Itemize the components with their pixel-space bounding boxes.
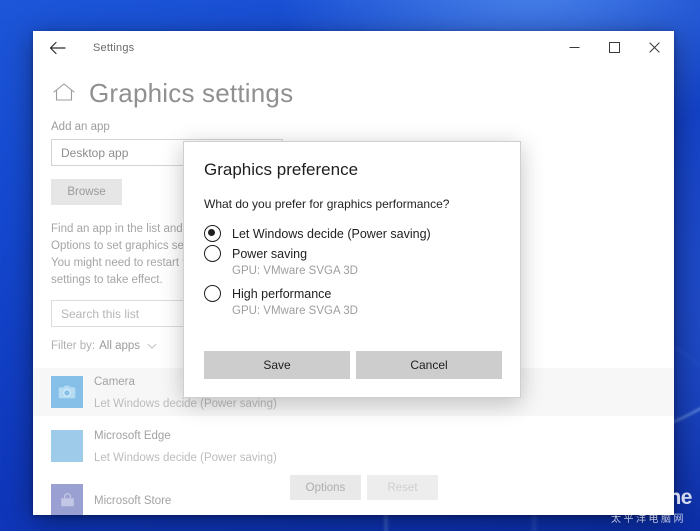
dialog-question: What do you prefer for graphics performa…	[204, 197, 500, 211]
maximize-button[interactable]	[594, 31, 634, 64]
radio-label: Let Windows decide (Power saving)	[232, 227, 431, 241]
app-preference: Let Windows decide (Power saving)	[94, 398, 277, 410]
filter-label: Filter by:	[51, 340, 95, 352]
reset-label: Reset	[387, 482, 417, 494]
edge-app-icon	[51, 430, 83, 462]
close-icon	[649, 42, 660, 53]
store-app-icon	[51, 484, 83, 515]
add-an-app-label: Add an app	[51, 121, 674, 133]
radio-label: Power saving	[232, 247, 307, 261]
search-placeholder: Search this list	[61, 307, 139, 321]
chevron-down-icon	[147, 343, 157, 350]
close-button[interactable]	[634, 31, 674, 64]
radio-option-power-saving[interactable]: Power saving	[204, 245, 500, 262]
list-item[interactable]: Microsoft Edge Let Windows decide (Power…	[33, 422, 674, 470]
app-name: Camera	[94, 376, 135, 388]
options-button[interactable]: Options	[290, 475, 361, 500]
browse-button[interactable]: Browse	[51, 179, 122, 205]
app-type-value: Desktop app	[61, 146, 128, 160]
gpu-info-power-saving: GPU: VMware SVGA 3D	[232, 265, 500, 277]
filter-value: All apps	[99, 340, 140, 352]
gpu-info-high-performance: GPU: VMware SVGA 3D	[232, 305, 500, 317]
desktop-background: Settings	[0, 0, 700, 531]
save-label: Save	[263, 358, 290, 372]
app-action-buttons: Options Reset	[290, 475, 438, 500]
cancel-label: Cancel	[410, 358, 447, 372]
camera-app-icon	[51, 376, 83, 408]
page-header: Graphics settings	[51, 78, 674, 109]
dialog-buttons: Save Cancel	[204, 351, 502, 379]
back-arrow-icon	[49, 41, 66, 55]
reset-button[interactable]: Reset	[367, 475, 438, 500]
dialog-title: Graphics preference	[204, 160, 500, 180]
cancel-button[interactable]: Cancel	[356, 351, 502, 379]
browse-label: Browse	[67, 186, 105, 198]
app-preference: Let Windows decide (Power saving)	[94, 452, 277, 464]
list-item-text: Microsoft Store	[94, 489, 171, 511]
graphics-preference-dialog: Graphics preference What do you prefer f…	[183, 141, 521, 398]
window-titlebar: Settings	[33, 31, 674, 64]
app-name: Microsoft Edge	[94, 430, 171, 442]
radio-option-let-windows-decide[interactable]: Let Windows decide (Power saving)	[204, 225, 500, 242]
maximize-icon	[609, 42, 620, 53]
radio-button-icon	[204, 285, 221, 302]
window-title: Settings	[93, 42, 134, 54]
page-title: Graphics settings	[89, 78, 293, 109]
app-name: Microsoft Store	[94, 495, 171, 507]
home-icon[interactable]	[51, 81, 77, 107]
radio-label: High performance	[232, 287, 331, 301]
radio-button-icon	[204, 245, 221, 262]
options-label: Options	[306, 482, 346, 494]
save-button[interactable]: Save	[204, 351, 350, 379]
radio-button-selected-icon	[204, 225, 221, 242]
minimize-button[interactable]	[554, 31, 594, 64]
list-item-text: Microsoft Edge Let Windows decide (Power…	[94, 424, 277, 467]
window-controls	[554, 31, 674, 64]
minimize-icon	[569, 42, 580, 53]
radio-option-high-performance[interactable]: High performance	[204, 285, 500, 302]
back-button[interactable]	[37, 32, 77, 64]
